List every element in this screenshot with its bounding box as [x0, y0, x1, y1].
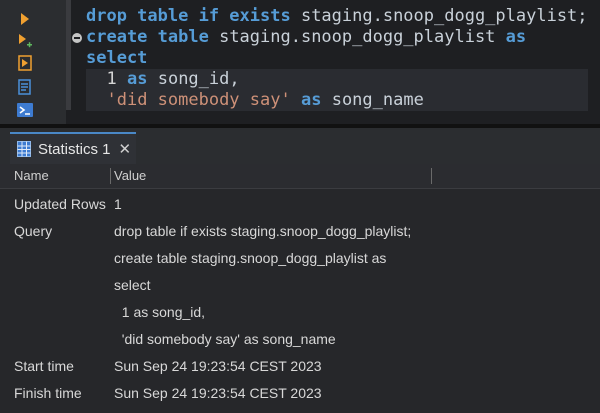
grid-icon — [16, 141, 32, 157]
code-line-4: 1 as song_id, — [86, 69, 588, 90]
number-literal: 1 — [106, 69, 117, 89]
explain-plan-icon[interactable] — [16, 79, 34, 95]
gutter-separator — [66, 0, 71, 110]
row-value: Sun Sep 24 19:23:54 CEST 2023 — [114, 358, 322, 374]
execute-statement-new-tab-icon[interactable] — [16, 33, 34, 49]
table-row[interactable]: Start time Sun Sep 24 19:23:54 CEST 2023 — [0, 352, 600, 379]
table-row[interactable]: 'did somebody say' as song_name — [0, 325, 600, 352]
column-header-name[interactable]: Name — [14, 168, 49, 183]
identifier: staging.snoop_dogg_playlist; — [300, 6, 588, 26]
results-tabbar: Statistics 1 ✕ — [0, 128, 600, 165]
fold-marker-icon[interactable] — [72, 33, 82, 43]
table-row[interactable]: Finish time Sun Sep 24 19:23:54 CEST 2023 — [0, 379, 600, 406]
string-literal: 'did somebody say' — [106, 90, 291, 110]
keyword: as — [300, 90, 322, 110]
table-row[interactable]: 1 as song_id, — [0, 298, 600, 325]
execute-statement-icon[interactable] — [16, 11, 34, 27]
column-header-value[interactable]: Value — [114, 168, 146, 183]
table-header: Name Value — [0, 164, 600, 189]
row-name: Finish time — [14, 385, 82, 401]
row-value: select — [114, 277, 151, 293]
identifier: song_name — [331, 90, 424, 110]
row-value: 'did somebody say' as song_name — [114, 331, 336, 347]
editor-gutter — [0, 0, 66, 125]
keyword: create table — [86, 27, 209, 47]
close-icon[interactable]: ✕ — [119, 140, 132, 158]
table-row[interactable]: Updated Rows 1 — [0, 190, 600, 217]
row-name: Start time — [14, 358, 74, 374]
code-line-3: select — [86, 48, 588, 69]
row-value: Sun Sep 24 19:23:54 CEST 2023 — [114, 385, 322, 401]
column-resize-handle[interactable] — [110, 168, 111, 184]
keyword: as — [505, 27, 527, 47]
table-row[interactable]: Query drop table if exists staging.snoop_… — [0, 217, 600, 244]
column-resize-handle[interactable] — [431, 168, 432, 184]
tab-statistics-1[interactable]: Statistics 1 ✕ — [10, 132, 136, 164]
code-content[interactable]: drop table if exists staging.snoop_dogg_… — [86, 6, 588, 111]
row-value: create table staging.snoop_dogg_playlist… — [114, 250, 387, 266]
keyword: select — [86, 48, 148, 68]
keyword: as — [126, 69, 148, 89]
table-row[interactable]: select — [0, 271, 600, 298]
tab-label: Statistics 1 — [38, 140, 111, 158]
results-panel: Statistics 1 ✕ Name Value Updated Rows 1 … — [0, 128, 600, 413]
identifier: staging.snoop_dogg_playlist — [219, 27, 496, 47]
table-row[interactable]: create table staging.snoop_dogg_playlist… — [0, 244, 600, 271]
code-line-5: 'did somebody say' as song_name — [86, 90, 588, 111]
execute-script-icon[interactable] — [16, 55, 34, 71]
console-icon[interactable] — [16, 102, 34, 118]
row-value: 1 as song_id, — [114, 304, 206, 320]
row-name: Query — [14, 223, 53, 239]
code-line-1: drop table if exists staging.snoop_dogg_… — [86, 6, 588, 27]
row-value: 1 — [114, 196, 122, 212]
row-value: drop table if exists staging.snoop_dogg_… — [114, 223, 412, 239]
keyword: drop table if exists — [86, 6, 291, 26]
row-name: Updated Rows — [14, 196, 106, 212]
code-line-2: create table staging.snoop_dogg_playlist… — [86, 27, 588, 48]
identifier: song_id, — [157, 69, 240, 89]
sql-editor[interactable]: drop table if exists staging.snoop_dogg_… — [0, 0, 600, 125]
